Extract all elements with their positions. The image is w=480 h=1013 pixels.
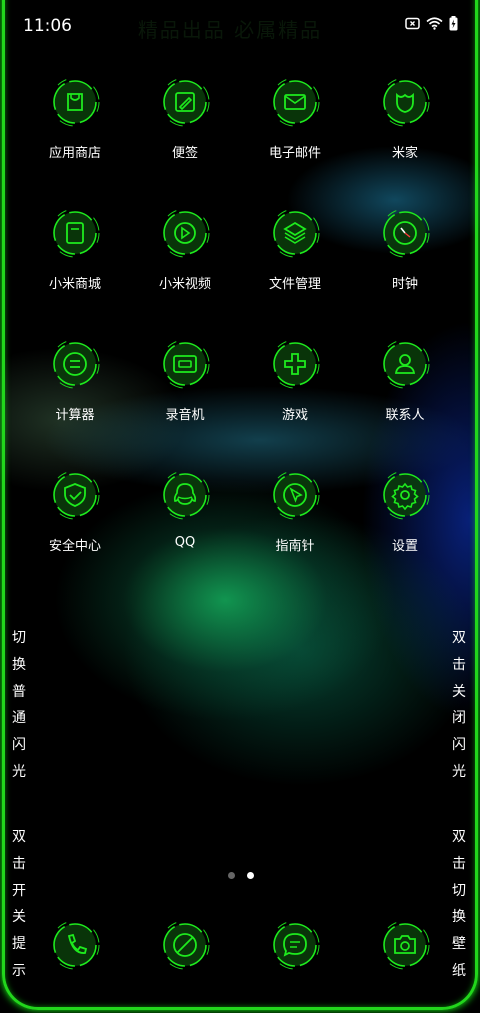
video-play-icon: [160, 208, 210, 258]
hint-char: 普: [12, 683, 26, 700]
contact-icon: [380, 339, 430, 389]
app-bag[interactable]: 应用商店: [20, 77, 130, 161]
mijia-icon: [380, 77, 430, 127]
app-label: 应用商店: [48, 146, 101, 161]
app-shield[interactable]: 安全中心: [20, 470, 130, 554]
page-dot[interactable]: [228, 872, 235, 879]
app-label: QQ: [174, 535, 196, 550]
hint-char: 闭: [452, 710, 466, 727]
camera-icon: [380, 920, 430, 970]
message-icon: [270, 920, 320, 970]
sim-card-icon: [405, 17, 420, 30]
hint-char: 双: [452, 829, 466, 845]
app-layers[interactable]: 文件管理: [240, 208, 350, 292]
hint-char: 击: [452, 855, 466, 872]
right-flash-off-hint[interactable]: 双 击 关 闭 闪 光: [449, 625, 469, 786]
phone-icon: [50, 920, 100, 970]
hint-char: 切: [12, 630, 26, 646]
bag-icon: [50, 77, 100, 127]
app-gear[interactable]: 设置: [350, 470, 460, 554]
dock-browser-button[interactable]: [130, 920, 240, 970]
browser-icon: [160, 920, 210, 970]
hint-char: 闪: [12, 737, 26, 754]
app-label: 指南针: [275, 539, 315, 554]
app-note-edit[interactable]: 便签: [130, 77, 240, 161]
battery-charging-icon: [449, 16, 458, 31]
app-label: 便签: [171, 146, 198, 161]
app-label: 安全中心: [48, 539, 101, 554]
layers-icon: [270, 208, 320, 258]
hint-char: 击: [452, 656, 466, 673]
app-label: 联系人: [385, 408, 425, 423]
hint-char: 换: [12, 656, 26, 673]
app-label: 录音机: [165, 408, 205, 423]
note-edit-icon: [160, 77, 210, 127]
hint-char: 开: [12, 882, 26, 899]
hint-char: 切: [452, 882, 466, 899]
shield-icon: [50, 470, 100, 520]
status-bar: 11:06: [0, 0, 480, 52]
app-label: 米家: [391, 146, 418, 161]
mail-icon: [270, 77, 320, 127]
app-label: 游戏: [281, 408, 308, 423]
compass-icon: [270, 470, 320, 520]
hint-char: 击: [12, 855, 26, 872]
app-label: 电子邮件: [268, 146, 321, 161]
app-label: 时钟: [391, 277, 418, 292]
app-qq[interactable]: QQ: [130, 470, 240, 550]
app-recorder[interactable]: 录音机: [130, 339, 240, 423]
app-label: 小米商城: [48, 277, 101, 292]
status-time: 11:06: [23, 16, 72, 36]
hint-char: 闪: [452, 737, 466, 754]
app-label: 文件管理: [268, 277, 321, 292]
store-icon: [50, 208, 100, 258]
app-compass[interactable]: 指南针: [240, 470, 350, 554]
wifi-icon: [426, 17, 443, 30]
app-gamepad[interactable]: 游戏: [240, 339, 350, 423]
app-label: 设置: [391, 539, 418, 554]
gamepad-icon: [270, 339, 320, 389]
app-store[interactable]: 小米商城: [20, 208, 130, 292]
status-icons: [405, 16, 458, 31]
hint-char: 关: [452, 683, 466, 700]
hint-char: 双: [12, 829, 26, 845]
dock-phone-button[interactable]: [20, 920, 130, 970]
hint-char: 光: [452, 763, 466, 780]
calculator-icon: [50, 339, 100, 389]
hint-char: 光: [12, 763, 26, 780]
app-label: 计算器: [55, 408, 95, 423]
app-label: 小米视频: [158, 277, 211, 292]
app-clock[interactable]: 时钟: [350, 208, 460, 292]
dock-camera-button[interactable]: [350, 920, 460, 970]
recorder-icon: [160, 339, 210, 389]
hint-char: 双: [452, 630, 466, 646]
app-mijia[interactable]: 米家: [350, 77, 460, 161]
gear-icon: [380, 470, 430, 520]
app-video-play[interactable]: 小米视频: [130, 208, 240, 292]
clock-icon: [380, 208, 430, 258]
qq-icon: [160, 470, 210, 520]
app-calculator[interactable]: 计算器: [20, 339, 130, 423]
page-indicator[interactable]: [228, 872, 254, 879]
app-mail[interactable]: 电子邮件: [240, 77, 350, 161]
hint-char: 通: [12, 710, 26, 727]
page-dot-active[interactable]: [247, 872, 254, 879]
dock-message-button[interactable]: [240, 920, 350, 970]
left-flash-hint[interactable]: 切 换 普 通 闪 光: [9, 625, 29, 786]
app-contact[interactable]: 联系人: [350, 339, 460, 423]
